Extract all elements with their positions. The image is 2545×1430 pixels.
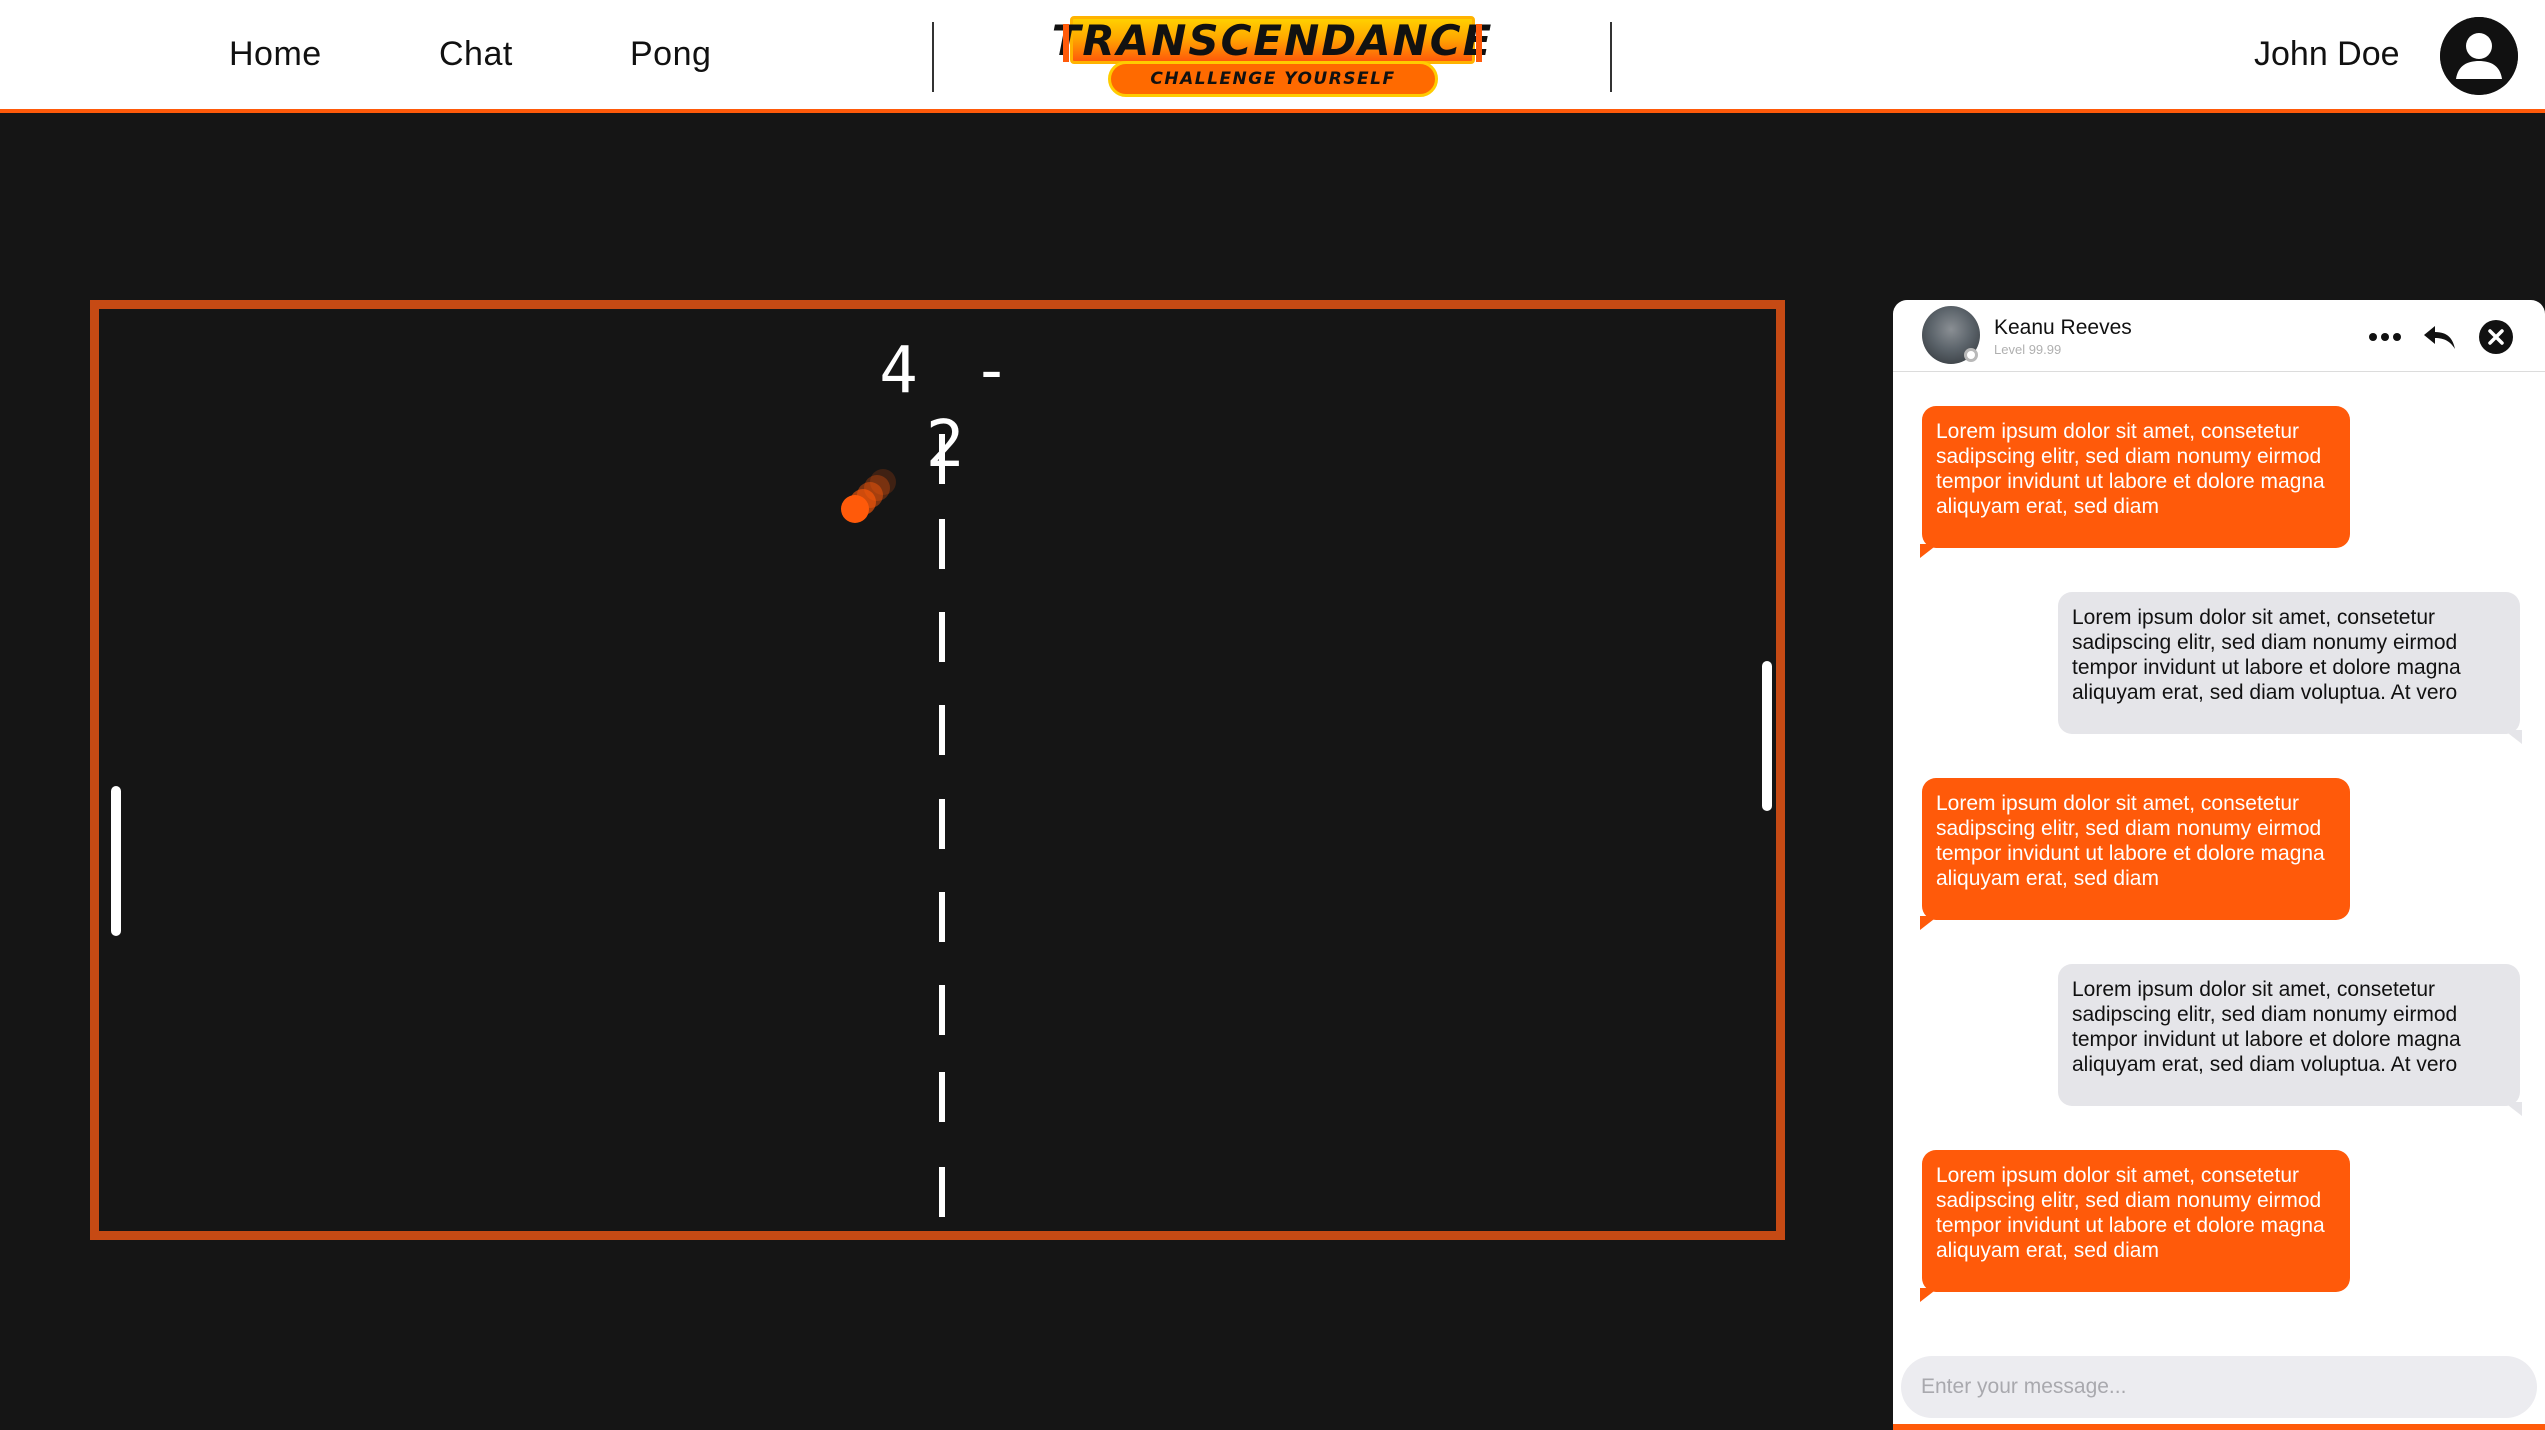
logo-subtitle: CHALLENGE YOURSELF [1108,61,1438,97]
message-incoming: Lorem ipsum dolor sit amet, consetetur s… [2058,964,2522,1116]
net-dash [939,892,945,942]
user-circle-icon[interactable] [2440,17,2518,95]
header-divider-left [932,22,934,92]
close-icon[interactable] [2477,318,2515,356]
message-text: Lorem ipsum dolor sit amet, consetetur s… [2072,978,2461,1076]
net-dash [939,985,945,1035]
online-status-indicator [1964,348,1978,362]
more-icon[interactable] [2366,318,2404,356]
chat-bottom-accent [1893,1424,2545,1430]
bubble-tail [2504,1102,2522,1116]
transcendance-logo[interactable]: TRANSCENDANCE CHALLENGE YOURSELF [1052,16,1492,98]
pong-game-board[interactable]: 4 - 2 [90,300,1785,1240]
score-display: 4 - 2 [869,334,1029,482]
reply-icon[interactable] [2421,318,2459,356]
net-dash [939,612,945,662]
net-dash [939,519,945,569]
bubble-tail [1920,916,1938,930]
message-text: Lorem ipsum dolor sit amet, consetetur s… [2072,606,2461,704]
message-text: Lorem ipsum dolor sit amet, consetetur s… [1936,792,2325,890]
message-text: Lorem ipsum dolor sit amet, consetetur s… [1936,420,2325,518]
score-right: 2 [925,408,973,482]
header-divider-right [1610,22,1612,92]
top-navbar: Home Chat Pong TRANSCENDANCE CHALLENGE Y… [0,0,2545,113]
logo-stripe-left [1063,24,1069,62]
chat-panel: Keanu Reeves Level 99.99 Lorem ipsum dol… [1893,300,2545,1430]
score-separator: - [972,334,1019,408]
logo-title: TRANSCENDANCE [1052,16,1492,65]
net-dash [939,1072,945,1122]
message-outgoing: Lorem ipsum dolor sit amet, consetetur s… [1920,778,2350,930]
net-dash [939,799,945,849]
nav-chat-link[interactable]: Chat [439,35,513,74]
nav-home-link[interactable]: Home [229,35,322,74]
user-name[interactable]: John Doe [2254,35,2400,74]
right-paddle [1762,661,1772,811]
logo-stripe-right [1476,24,1482,62]
message-outgoing: Lorem ipsum dolor sit amet, consetetur s… [1920,406,2350,558]
contact-name[interactable]: Keanu Reeves [1994,316,2132,340]
chat-header: Keanu Reeves Level 99.99 [1893,300,2545,372]
pong-ball [841,495,869,523]
message-outgoing: Lorem ipsum dolor sit amet, consetetur s… [1920,1150,2350,1302]
nav-pong-link[interactable]: Pong [630,35,711,74]
message-incoming: Lorem ipsum dolor sit amet, consetetur s… [2058,592,2522,744]
score-left: 4 [879,334,926,408]
message-text: Lorem ipsum dolor sit amet, consetetur s… [1936,1164,2325,1262]
net-dash [939,705,945,755]
left-paddle[interactable] [111,786,121,936]
bubble-tail [1920,1288,1938,1302]
logo-title-text: TRANSCENDANCE [1051,15,1494,65]
message-input[interactable] [1901,1356,2537,1418]
contact-avatar[interactable] [1922,306,1980,364]
net-dash [939,1167,945,1217]
bubble-tail [2504,730,2522,744]
contact-level: Level 99.99 [1994,342,2062,357]
net-dash [939,434,945,484]
bubble-tail [1920,544,1938,558]
